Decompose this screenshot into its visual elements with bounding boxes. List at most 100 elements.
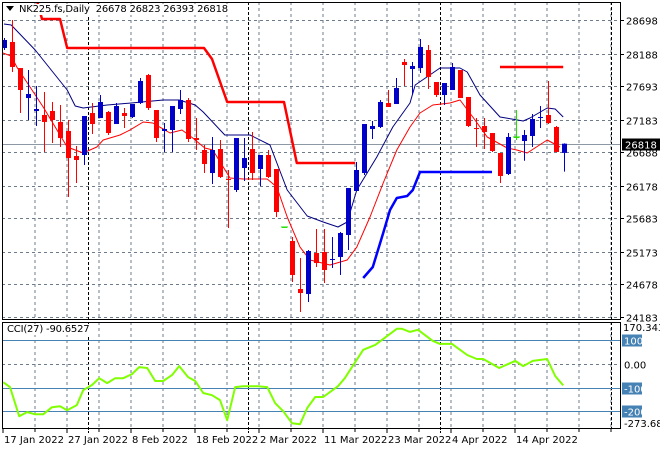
candle: [130, 104, 135, 119]
date-axis-label: 11 Mar 2022: [324, 435, 387, 446]
cci-axis-label: 0.00: [624, 361, 646, 372]
cci-axis-label: -200: [624, 408, 647, 419]
candle-body: [250, 149, 255, 174]
candle-body: [482, 125, 487, 132]
candle-body: [474, 128, 479, 130]
candle: [442, 83, 447, 105]
cci-axis-label: 100: [624, 337, 643, 348]
candle-body: [218, 149, 223, 177]
candle-body: [194, 138, 199, 140]
candle: [290, 236, 295, 282]
candle: [50, 101, 55, 144]
candle-body: [42, 115, 47, 122]
candle-body: [354, 170, 359, 191]
candle-body: [450, 66, 455, 90]
candle-body: [298, 289, 303, 294]
candle-body: [266, 155, 271, 177]
price-axis-label: 25683: [626, 215, 658, 226]
date-axis-label: 4 Apr 2022: [452, 435, 507, 446]
chart-title: NK225.fs,Daily 26678 26823 26393 26818: [6, 4, 230, 15]
ohlc-open: 26678: [95, 4, 127, 15]
ohlc-close: 26818: [197, 4, 228, 15]
cci-title: CCI(27): [7, 324, 44, 335]
chart-canvas[interactable]: 2869828188276932718326688261782568325173…: [0, 0, 660, 450]
candle: [362, 124, 367, 175]
candle-body: [314, 253, 319, 264]
candle: [18, 68, 23, 114]
candle-body: [146, 75, 151, 109]
candle: [306, 250, 311, 302]
candle-body: [346, 188, 351, 235]
price-axis-label: 28698: [626, 17, 658, 28]
candle-body: [74, 155, 79, 160]
candle-body: [274, 169, 279, 213]
candle: [426, 45, 431, 90]
candle-body: [466, 96, 471, 126]
candle: [506, 133, 511, 175]
cci-min-label: -273.680: [624, 419, 660, 430]
cci-line: [2, 327, 564, 426]
candle: [274, 169, 279, 217]
candle-body: [306, 250, 311, 295]
candle-body: [130, 104, 135, 117]
date-axis-label: 14 Apr 2022: [516, 435, 578, 446]
candle: [146, 74, 151, 110]
candle-body: [170, 105, 175, 130]
cci-axis-label: -100: [624, 385, 647, 396]
date-axis-label: 23 Mar 2022: [388, 435, 451, 446]
candle-body: [98, 101, 103, 119]
candle: [250, 131, 255, 180]
candle: [281, 226, 288, 228]
candle-body: [26, 94, 31, 99]
candle-body: [290, 240, 295, 275]
candle-body: [258, 155, 263, 170]
candle-body: [58, 121, 63, 139]
candle-body: [554, 126, 559, 152]
candle: [82, 115, 87, 165]
candle-body: [122, 113, 127, 116]
price-axis-label: 25173: [626, 249, 658, 260]
candle: [554, 125, 559, 152]
candle-body: [226, 179, 231, 181]
candle-body: [362, 124, 367, 174]
candle-body: [210, 150, 215, 174]
candle: [266, 150, 271, 179]
candle-body: [114, 105, 119, 125]
candle-body: [442, 83, 447, 95]
candle-body: [386, 103, 391, 107]
candle: [218, 140, 223, 179]
candle: [178, 90, 183, 115]
candle: [42, 91, 47, 152]
candle: [186, 98, 191, 142]
candle-body: [186, 100, 191, 140]
candle: [490, 133, 495, 152]
price-axis-label: 26178: [626, 183, 658, 194]
dropdown-triangle-icon[interactable]: [6, 6, 14, 11]
candle-body: [154, 110, 159, 139]
candle-body: [562, 143, 567, 153]
current-price-tag-label: 26818: [625, 141, 657, 152]
date-axis-label: 18 Feb 2022: [196, 435, 258, 446]
candle: [522, 130, 527, 161]
candle-body: [410, 65, 415, 70]
candle: [138, 78, 143, 105]
candle-body: [522, 135, 527, 141]
candle-body: [34, 109, 39, 111]
price-axis-label: 28188: [626, 51, 658, 62]
date-axis-label: 27 Jan 2022: [68, 435, 128, 446]
candle: [474, 118, 479, 147]
candle: [122, 108, 127, 129]
candle: [106, 110, 111, 135]
candle: [370, 120, 375, 140]
candle-body: [530, 119, 535, 136]
candle-body: [90, 113, 95, 125]
candle: [450, 63, 455, 90]
cci-pane-frame: [2, 322, 621, 429]
cci-label: CCI(27) -90.6527: [7, 324, 90, 335]
candle-body: [162, 129, 167, 131]
candle: [346, 188, 351, 250]
date-axis-label: 2 Mar 2022: [260, 435, 317, 446]
candle: [498, 153, 503, 184]
candle-body: [330, 259, 335, 261]
candle: [466, 96, 471, 127]
